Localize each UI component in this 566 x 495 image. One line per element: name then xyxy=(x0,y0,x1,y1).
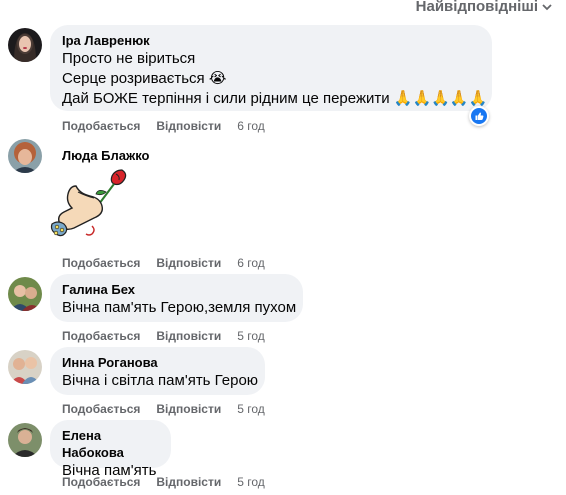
comment-actions: Подобається Відповісти 5 год xyxy=(62,328,265,344)
comment-text-line: Серце розривається 😭 xyxy=(62,70,227,87)
comment-author[interactable]: Іра Лавренюк xyxy=(62,32,480,49)
comment-timestamp[interactable]: 6 год xyxy=(237,118,265,134)
reply-button[interactable]: Відповісти xyxy=(156,474,221,490)
comment-author[interactable]: Люда Блажко xyxy=(62,147,149,164)
comment-author[interactable]: Инна Роганова xyxy=(62,354,253,371)
like-reaction-icon[interactable] xyxy=(469,106,489,126)
comment-text-line: Дай БОЖЕ терпіння і сили рідним це переж… xyxy=(62,90,488,107)
chevron-down-icon xyxy=(542,3,552,10)
comment-actions: Подобається Відповісти 6 год xyxy=(62,255,265,271)
like-button[interactable]: Подобається xyxy=(62,328,140,344)
reply-button[interactable]: Відповісти xyxy=(156,255,221,271)
sort-dropdown[interactable]: Найвідповідніші xyxy=(416,0,552,15)
comment-actions: Подобається Відповісти 5 год xyxy=(62,401,265,417)
reply-button[interactable]: Відповісти xyxy=(156,328,221,344)
comment-bubble: Галина Бех Вічна пам'ять Герою,земля пух… xyxy=(50,274,303,322)
comment-timestamp[interactable]: 6 год xyxy=(237,255,265,271)
comment-author[interactable]: Елена Набокова xyxy=(62,427,159,461)
avatar[interactable] xyxy=(8,28,42,62)
reply-button[interactable]: Відповісти xyxy=(156,401,221,417)
comment-bubble: Инна Роганова Вічна і світла пам'ять Гер… xyxy=(50,347,265,395)
comment-author[interactable]: Галина Бех xyxy=(62,281,291,298)
like-button[interactable]: Подобається xyxy=(62,474,140,490)
comment-timestamp[interactable]: 5 год xyxy=(237,328,265,344)
comment-text: Вічна пам'ять Герою,земля пухом xyxy=(62,299,297,316)
like-button[interactable]: Подобається xyxy=(62,401,140,417)
comment-actions: Подобається Відповісти 6 год xyxy=(62,118,265,134)
comment-text: Вічна і світла пам'ять Герою xyxy=(62,372,259,389)
comment-bubble: Іра Лавренюк Просто не віриться Серце ро… xyxy=(50,25,492,111)
comment-timestamp[interactable]: 5 год xyxy=(237,474,265,490)
like-button[interactable]: Подобається xyxy=(62,118,140,134)
sort-label: Найвідповідніші xyxy=(415,0,538,15)
comment-text-line: Просто не віриться xyxy=(62,50,196,67)
comment-actions: Подобається Відповісти 5 год xyxy=(62,474,265,490)
avatar[interactable] xyxy=(8,350,42,384)
rose-in-hand-sticker[interactable] xyxy=(48,166,128,246)
reply-button[interactable]: Відповісти xyxy=(156,118,221,134)
like-button[interactable]: Подобається xyxy=(62,255,140,271)
comment-timestamp[interactable]: 5 год xyxy=(237,401,265,417)
comment-bubble: Елена Набокова Вічна пам'ять xyxy=(50,420,171,479)
avatar[interactable] xyxy=(8,277,42,311)
avatar[interactable] xyxy=(8,139,42,173)
avatar[interactable] xyxy=(8,423,42,457)
